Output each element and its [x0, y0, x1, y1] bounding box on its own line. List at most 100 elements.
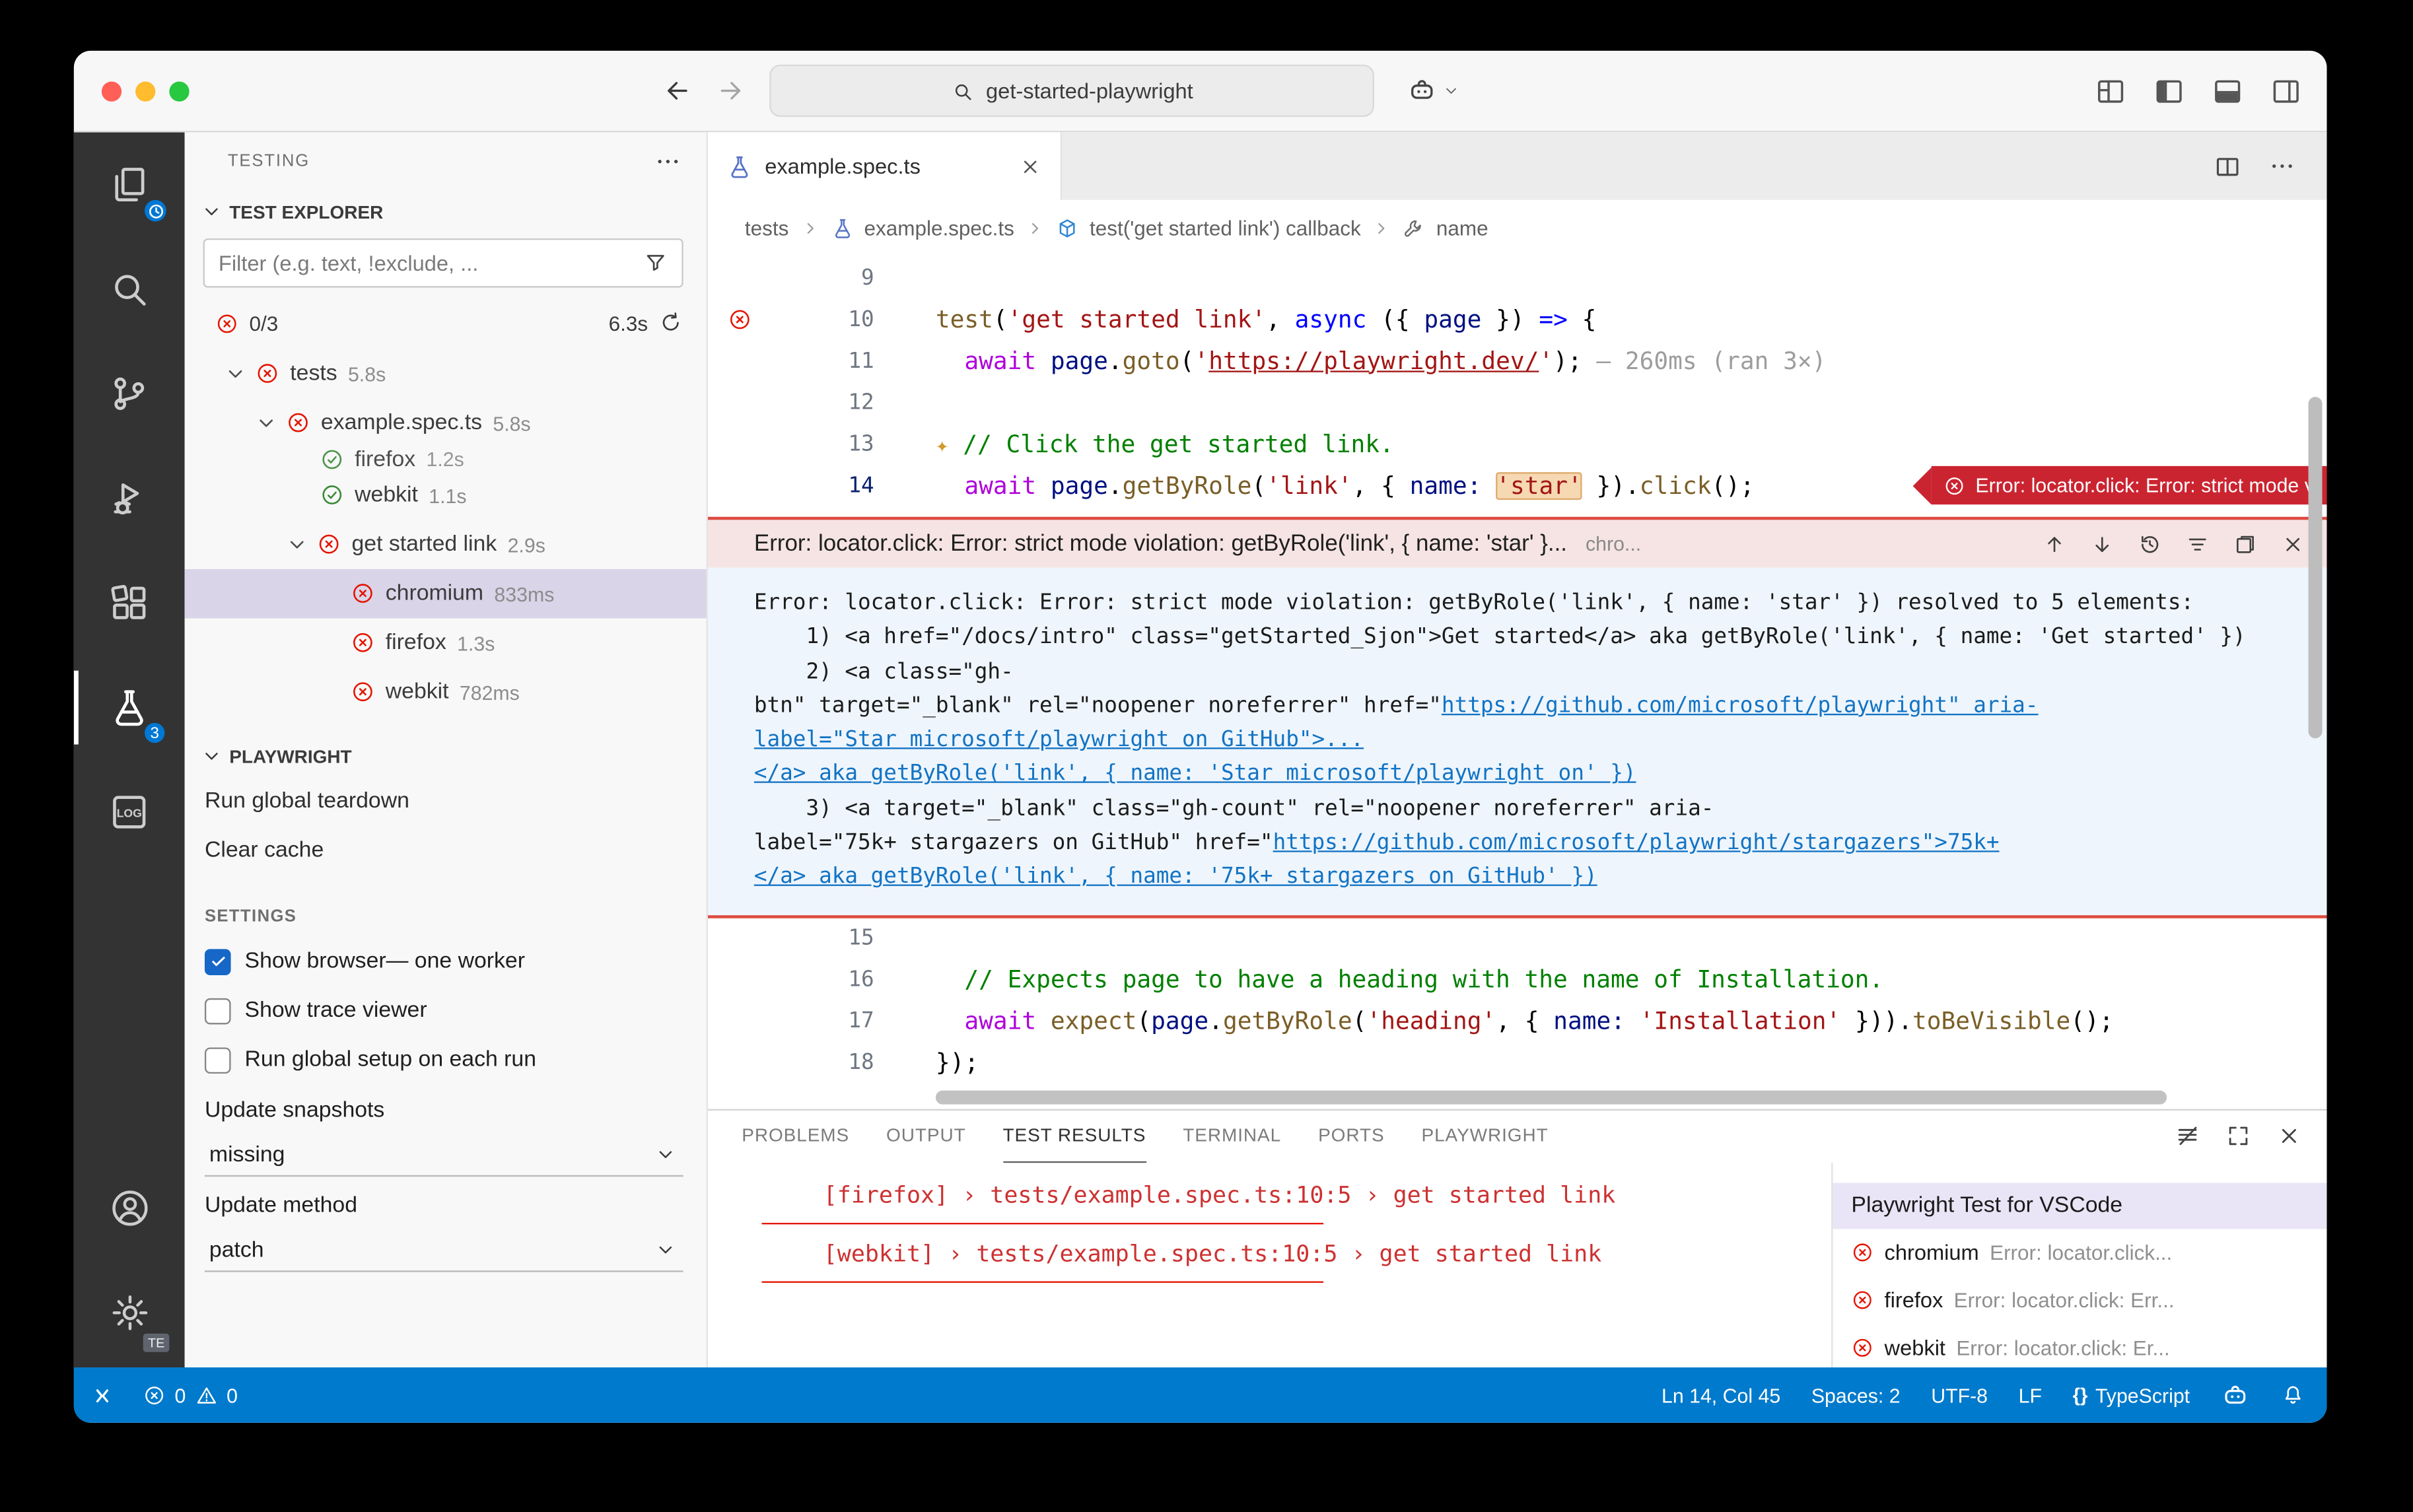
activity-item-log[interactable]: LOG [74, 760, 185, 864]
zoom-window-button[interactable] [169, 81, 189, 100]
code-line-15[interactable]: 15 [708, 918, 2327, 959]
error-detail-link[interactable]: https://github.com/microsoft/playwright"… [1442, 693, 2039, 718]
activity-item-testing[interactable]: 3 [74, 655, 185, 759]
error-detail-link[interactable]: </a> aka getByRole('link', { name: '75k+… [754, 865, 1597, 889]
inline-error-decoration[interactable]: Error: locator.click: Error: strict mode… [1912, 466, 2327, 504]
more-actions-icon[interactable] [654, 148, 682, 176]
activity-item-extensions[interactable] [74, 551, 185, 655]
section-test-explorer[interactable]: TEST EXPLORER [185, 191, 707, 232]
copilot-icon[interactable] [2221, 1381, 2250, 1410]
breadcrumb-item-tests[interactable]: tests [745, 217, 788, 240]
code-line-11[interactable]: 11 await page.goto('https://playwright.d… [708, 340, 2327, 382]
copilot-icon[interactable] [1407, 75, 1438, 106]
activity-item-settings[interactable]: TE [74, 1260, 185, 1364]
tree-item-get-started-link[interactable]: get started link2.9s [185, 520, 707, 569]
code-line-10[interactable]: 10test('get started link', async ({ page… [708, 298, 2327, 340]
section-playwright[interactable]: PLAYWRIGHT [185, 736, 707, 777]
tree-item-tests[interactable]: tests5.8s [185, 349, 707, 399]
layout-sidebar-left-icon[interactable] [2153, 75, 2185, 107]
status-ln-14-col-45[interactable]: Ln 14, Col 45 [1661, 1383, 1780, 1406]
close-window-button[interactable] [102, 81, 122, 100]
panel-tab-test-results[interactable]: TEST RESULTS [1003, 1110, 1146, 1162]
activity-item-explorer[interactable] [74, 132, 185, 236]
error-detail-link[interactable]: </a> aka getByRole('link', { name: 'Star… [754, 762, 1636, 786]
panel-tab-terminal[interactable]: TERMINAL [1183, 1110, 1281, 1162]
arrow-down-icon[interactable] [2090, 532, 2115, 556]
error-detail-link[interactable]: label="Star microsoft/playwright on GitH… [754, 728, 1364, 752]
layout-sidebar-right-icon[interactable] [2270, 75, 2302, 107]
select-update-snapshots[interactable]: missing [205, 1134, 683, 1177]
back-button[interactable] [662, 75, 693, 106]
status-typescript[interactable]: {}TypeScript [2073, 1383, 2190, 1406]
forward-button[interactable] [716, 75, 747, 106]
breadcrumb-item-name[interactable]: name [1436, 217, 1488, 240]
tab-example-spec-ts[interactable]: example.spec.ts [708, 132, 1062, 200]
status-utf-8[interactable]: UTF-8 [1931, 1383, 1988, 1406]
layout-panel-icon[interactable] [2212, 75, 2244, 107]
customize-layout-icon[interactable] [2095, 75, 2127, 107]
detail-header[interactable]: Playwright Test for VSCode [1833, 1183, 2326, 1229]
breadcrumb-item-example-spec-ts[interactable]: example.spec.ts [864, 217, 1014, 240]
checkbox[interactable] [205, 948, 231, 975]
test-result-entry[interactable]: [webkit] › tests/example.spec.ts:10:5 › … [762, 1239, 1816, 1267]
activity-item-search[interactable] [74, 237, 185, 341]
panel-tab-ports[interactable]: PORTS [1318, 1110, 1384, 1162]
code-line-13[interactable]: 13✦ // Click the get started link. [708, 423, 2327, 465]
clear-results-icon[interactable] [2175, 1123, 2201, 1150]
minimize-window-button[interactable] [135, 81, 155, 100]
activity-item-source-control[interactable] [74, 341, 185, 446]
close-icon[interactable] [2281, 532, 2305, 556]
select-update-method[interactable]: patch [205, 1229, 683, 1272]
breadcrumb-item-test-get-started-link-callback[interactable]: test('get started link') callback [1090, 217, 1361, 240]
bell-icon[interactable] [2281, 1383, 2305, 1407]
command-clear-cache[interactable]: Clear cache [185, 826, 707, 876]
detail-row-chromium[interactable]: chromiumError: locator.click... [1833, 1229, 2326, 1276]
history-icon[interactable] [2138, 532, 2162, 556]
detail-row-firefox[interactable]: firefoxError: locator.click: Err... [1833, 1276, 2326, 1324]
tree-item-webkit[interactable]: webkit1.1s [185, 471, 707, 520]
close-panel-icon[interactable] [2276, 1123, 2303, 1150]
command-run-global-teardown[interactable]: Run global teardown [185, 776, 707, 826]
more-editor-actions-icon[interactable] [2268, 153, 2296, 180]
horizontal-scrollbar[interactable] [936, 1090, 2167, 1104]
command-center[interactable]: get-started-playwright [769, 65, 1374, 117]
problems-status[interactable]: 0 0 [143, 1383, 238, 1406]
tree-item-firefox[interactable]: firefox1.2s [185, 448, 707, 471]
open-editor-icon[interactable] [2233, 532, 2257, 556]
tree-item-chromium[interactable]: chromium833ms [185, 569, 707, 619]
panel-tab-output[interactable]: OUTPUT [886, 1110, 966, 1162]
test-result-entry[interactable]: [firefox] › tests/example.spec.ts:10:5 ›… [762, 1181, 1816, 1208]
panel-tab-problems[interactable]: PROBLEMS [742, 1110, 849, 1162]
tree-item-webkit[interactable]: webkit782ms [185, 668, 707, 717]
detail-row-webkit[interactable]: webkitError: locator.click: Er... [1833, 1324, 2326, 1367]
tree-item-example-spec-ts[interactable]: example.spec.ts5.8s [185, 398, 707, 448]
status-lf[interactable]: LF [2019, 1383, 2042, 1406]
activity-item-run-debug[interactable] [74, 446, 185, 551]
tree-item-firefox[interactable]: firefox1.3s [185, 618, 707, 668]
maximize-panel-icon[interactable] [2225, 1123, 2252, 1150]
panel-tab-playwright[interactable]: PLAYWRIGHT [1421, 1110, 1548, 1162]
error-detail-link[interactable]: https://github.com/microsoft/playwright/… [1273, 831, 2000, 855]
status-spaces-2[interactable]: Spaces: 2 [1811, 1383, 1901, 1406]
code-line-16[interactable]: 16 // Expects page to have a heading wit… [708, 959, 2327, 1001]
vertical-scrollbar[interactable] [2309, 397, 2323, 738]
activity-item-accounts[interactable] [74, 1155, 185, 1260]
code-line-18[interactable]: 18}); [708, 1043, 2327, 1084]
checkbox[interactable] [205, 1047, 231, 1073]
remote-indicator-icon[interactable] [89, 1382, 116, 1408]
code-line-9[interactable]: 9 [708, 257, 2327, 298]
filter-input[interactable] [219, 251, 631, 275]
setting-show-browser-one-worker: Show browser— one worker [185, 937, 707, 986]
code-line-17[interactable]: 17 await expect(page.getByRole('heading'… [708, 1001, 2327, 1043]
copilot-menu[interactable] [1407, 75, 1461, 106]
code-line-14[interactable]: 14 await page.getByRole('link', { name: … [708, 465, 2327, 506]
filter-icon[interactable] [643, 251, 668, 275]
rerun-tests-icon[interactable] [658, 311, 683, 335]
code-line-12[interactable]: 12 [708, 382, 2327, 423]
search-icon [108, 267, 151, 310]
list-filter-icon[interactable] [2185, 532, 2210, 556]
arrow-up-icon[interactable] [2042, 532, 2066, 556]
checkbox[interactable] [205, 998, 231, 1024]
close-tab-icon[interactable] [1019, 155, 1042, 178]
split-editor-icon[interactable] [2213, 151, 2242, 180]
